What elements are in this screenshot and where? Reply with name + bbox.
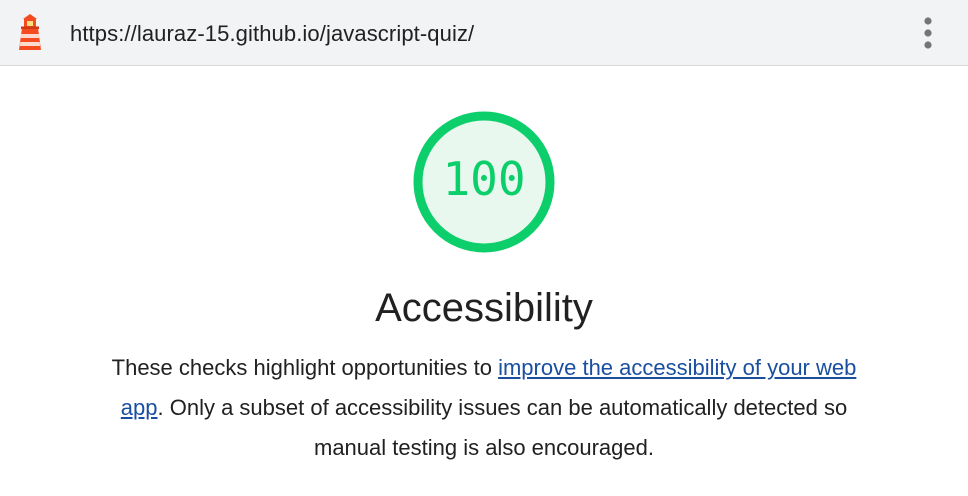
lighthouse-icon — [19, 14, 41, 50]
category-description: These checks highlight opportunities to … — [90, 348, 878, 468]
category-title: Accessibility — [375, 286, 593, 330]
page-url: https://lauraz-15.github.io/javascript-q… — [70, 21, 475, 46]
report-header: https://lauraz-15.github.io/javascript-q… — [0, 0, 968, 66]
score-value: 100 — [442, 152, 526, 206]
description-text-after: . Only a subset of accessibility issues … — [157, 395, 848, 460]
more-vertical-icon[interactable] — [916, 16, 940, 50]
description-text-before: These checks highlight opportunities to — [111, 355, 499, 380]
